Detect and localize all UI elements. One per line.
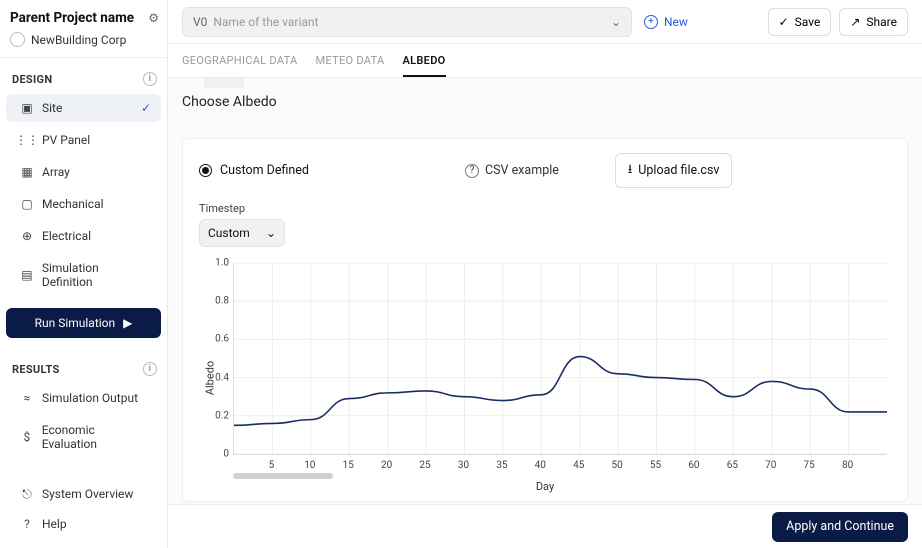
chart-scrollbar[interactable] xyxy=(233,473,333,479)
results-section-header: RESULTS i xyxy=(0,348,167,382)
tabs: GEOGRAPHICAL DATA METEO DATA ALBEDO xyxy=(168,44,922,78)
x-axis-title: Day xyxy=(536,480,554,493)
nav-item-simoutput[interactable]: ≈ Simulation Output xyxy=(6,384,161,412)
site-icon: ▣ xyxy=(20,101,34,115)
share-icon: ↗ xyxy=(850,15,860,29)
project-header: Parent Project name ⚙ xyxy=(0,0,167,32)
simdef-icon: ▤ xyxy=(20,268,34,282)
help-icon: ? xyxy=(20,517,34,531)
content: Choose Albedo Custom Defined ? CSV examp… xyxy=(168,78,922,504)
run-simulation-button[interactable]: Run Simulation ▶ xyxy=(6,308,161,338)
preview-thumbnail xyxy=(204,78,244,88)
upload-csv-button[interactable]: ⭳ Upload file.csv xyxy=(615,153,733,188)
org-icon xyxy=(10,32,25,47)
new-variant-button[interactable]: + New xyxy=(644,15,688,29)
share-button[interactable]: ↗ Share xyxy=(839,8,908,36)
albedo-chart: Albedo Day 00.20.40.60.81.05101520253035… xyxy=(199,263,891,493)
topbar: V0 Name of the variant ⌄ + New ✓ Save ↗ … xyxy=(168,0,922,44)
footer: Apply and Continue xyxy=(168,504,922,548)
chart-area xyxy=(233,263,887,455)
albedo-card: Custom Defined ? CSV example ⭳ Upload fi… xyxy=(182,138,908,502)
overview-icon: ⎋ xyxy=(20,487,34,501)
project-name: Parent Project name xyxy=(10,10,134,26)
simoutput-icon: ≈ xyxy=(20,391,34,405)
info-icon[interactable]: i xyxy=(143,72,157,86)
tab-albedo[interactable]: ALBEDO xyxy=(403,54,446,77)
radio-selected-icon xyxy=(199,164,212,177)
mechanical-icon: ▢ xyxy=(20,197,34,211)
info-icon[interactable]: i xyxy=(143,362,157,376)
sidebar: Parent Project name ⚙ NewBuilding Corp D… xyxy=(0,0,168,548)
design-section-header: DESIGN i xyxy=(0,58,167,92)
econ-icon: $ xyxy=(20,430,34,444)
chevron-down-icon: ⌄ xyxy=(611,15,621,29)
tab-geographical[interactable]: GEOGRAPHICAL DATA xyxy=(182,54,298,77)
option-row: Custom Defined ? CSV example ⭳ Upload fi… xyxy=(199,153,891,188)
check-icon: ✓ xyxy=(779,15,789,29)
section-title: Choose Albedo xyxy=(168,78,922,120)
main: V0 Name of the variant ⌄ + New ✓ Save ↗ … xyxy=(168,0,922,548)
question-icon: ? xyxy=(465,164,479,178)
nav-item-econ[interactable]: $ Economic Evaluation xyxy=(6,416,161,458)
csv-example-link[interactable]: ? CSV example xyxy=(465,163,559,178)
org-name: NewBuilding Corp xyxy=(31,33,126,47)
nav-item-site[interactable]: ▣ Site ✓ xyxy=(6,94,161,122)
check-icon: ✓ xyxy=(141,101,151,115)
play-icon: ▶ xyxy=(123,316,132,330)
chevron-down-icon: ⌄ xyxy=(266,226,276,240)
nav-item-pvpanel[interactable]: ⋮⋮ PV Panel xyxy=(6,126,161,154)
nav-item-electrical[interactable]: ⊕ Electrical xyxy=(6,222,161,250)
nav-item-simdef[interactable]: ▤ Simulation Definition xyxy=(6,254,161,296)
org-row[interactable]: NewBuilding Corp xyxy=(0,32,167,58)
custom-defined-radio[interactable]: Custom Defined xyxy=(199,163,309,178)
nav-item-overview[interactable]: ⎋ System Overview xyxy=(6,480,161,508)
download-icon: ⭳ xyxy=(628,160,632,181)
array-icon: ▦ xyxy=(20,165,34,179)
timestep-label: Timestep xyxy=(199,202,891,215)
nav-item-help[interactable]: ? Help xyxy=(6,510,161,538)
nav-item-mechanical[interactable]: ▢ Mechanical xyxy=(6,190,161,218)
apply-continue-button[interactable]: Apply and Continue xyxy=(772,512,908,542)
tab-meteo[interactable]: METEO DATA xyxy=(316,54,385,77)
pvpanel-icon: ⋮⋮ xyxy=(20,133,34,147)
save-button[interactable]: ✓ Save xyxy=(768,8,832,36)
nav-item-array[interactable]: ▦ Array xyxy=(6,158,161,186)
electrical-icon: ⊕ xyxy=(20,229,34,243)
plus-circle-icon: + xyxy=(644,15,658,29)
settings-sliders-icon[interactable]: ⚙ xyxy=(148,11,159,25)
variant-select[interactable]: V0 Name of the variant ⌄ xyxy=(182,7,632,37)
timestep-select[interactable]: Custom ⌄ xyxy=(199,219,285,247)
